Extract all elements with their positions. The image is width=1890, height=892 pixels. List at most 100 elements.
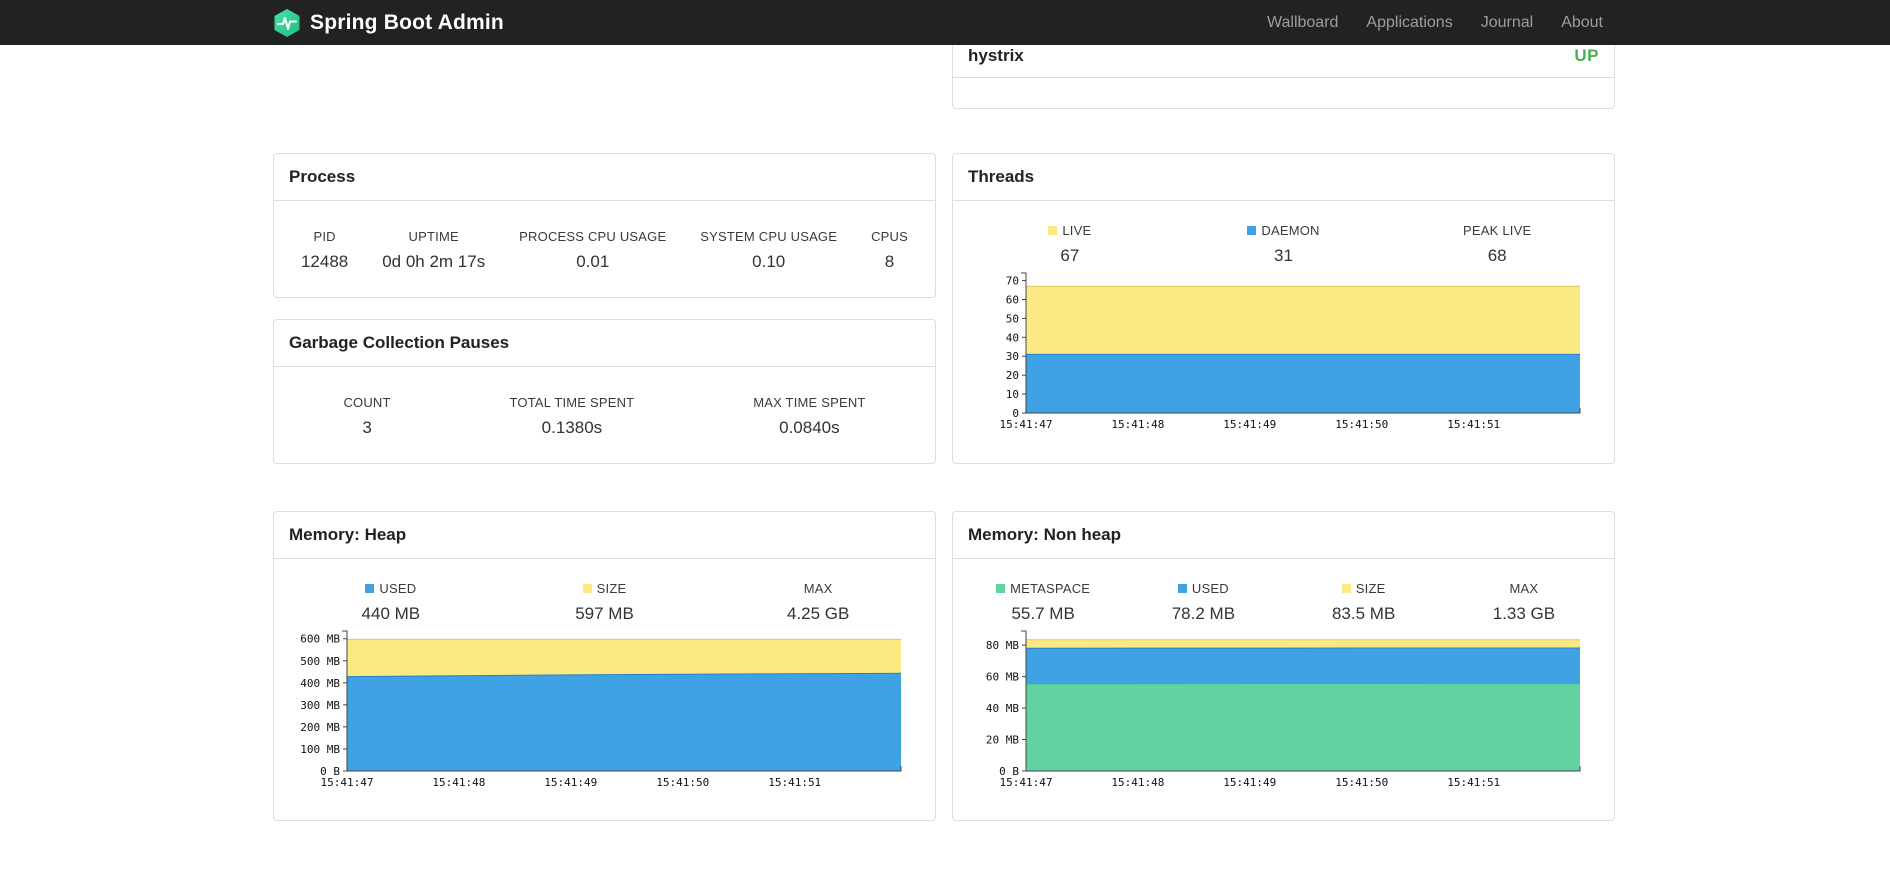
legend-value: 597 MB <box>575 604 634 623</box>
legend-value: 4.25 GB <box>786 604 850 623</box>
nonheap-legend: METASPACE 55.7 MB USED 78.2 MB SIZE 83.5… <box>953 559 1614 624</box>
legend-label: METASPACE <box>1010 581 1091 596</box>
svg-text:15:41:49: 15:41:49 <box>544 776 597 789</box>
svg-text:60 MB: 60 MB <box>986 671 1019 684</box>
svg-text:40 MB: 40 MB <box>986 702 1019 715</box>
svg-text:15:41:48: 15:41:48 <box>1111 776 1164 789</box>
svg-text:15:41:50: 15:41:50 <box>1335 776 1388 789</box>
legend-label: USED <box>379 581 417 596</box>
brand-title: Spring Boot Admin <box>310 10 504 34</box>
stat-label: MAX TIME SPENT <box>753 395 866 410</box>
nav-link-wallboard[interactable]: Wallboard <box>1253 0 1352 45</box>
legend-value: 55.7 MB <box>1011 604 1075 623</box>
legend-label: USED <box>1191 581 1229 596</box>
svg-text:15:41:50: 15:41:50 <box>1335 418 1388 431</box>
stat-value: 0.10 <box>752 252 786 271</box>
threads-area-chart: 0 10 20 30 40 50 60 70 15:41:47 15:41:48 15:41:49 1… <box>953 266 1614 445</box>
legend-swatch-used <box>1177 584 1187 593</box>
stat-value: 8 <box>884 252 895 271</box>
legend-value: 83.5 MB <box>1331 604 1396 623</box>
stat-system-cpu-usage: SYSTEM CPU USAGE 0.10 <box>700 229 837 272</box>
legend-value: 1.33 GB <box>1492 604 1556 623</box>
legend-label: DAEMON <box>1261 223 1320 238</box>
spring-boot-admin-logo-icon <box>273 8 301 38</box>
heap-panel-title: Memory: Heap <box>274 512 935 559</box>
legend-swatch-daemon <box>1247 226 1257 235</box>
threads-legend: LIVE 67 DAEMON 31 PEAK LIVE 68 <box>953 201 1614 266</box>
svg-text:15:41:48: 15:41:48 <box>432 776 485 789</box>
stat-label: COUNT <box>343 395 391 410</box>
svg-text:70: 70 <box>1006 275 1019 288</box>
legend-item-used: USED 78.2 MB <box>1123 581 1283 624</box>
legend-label: MAX <box>803 581 833 596</box>
health-service-name: hystrix <box>968 46 1024 65</box>
svg-text:20: 20 <box>1006 369 1019 382</box>
memory-heap-panel: Memory: Heap USED 440 MB SIZE 597 MB MAX… <box>273 511 936 821</box>
legend-value: 440 MB <box>361 604 421 623</box>
memory-nonheap-panel: Memory: Non heap METASPACE 55.7 MB USED … <box>952 511 1615 821</box>
legend-value: 67 <box>1060 246 1080 265</box>
svg-text:15:41:47: 15:41:47 <box>1000 418 1053 431</box>
svg-text:400 MB: 400 MB <box>300 677 340 690</box>
navbar-links: Wallboard Applications Journal About <box>1253 0 1617 45</box>
svg-text:10: 10 <box>1006 388 1019 401</box>
svg-text:15:41:51: 15:41:51 <box>1447 776 1500 789</box>
svg-text:80 MB: 80 MB <box>986 639 1019 652</box>
legend-swatch-size <box>582 584 592 593</box>
stat-gc-count: COUNT 3 <box>343 395 390 438</box>
threads-panel-title: Threads <box>953 154 1614 201</box>
legend-value: 78.2 MB <box>1171 604 1236 623</box>
stat-value: 3 <box>362 418 372 437</box>
stat-value: 0.01 <box>576 252 610 271</box>
brand-link[interactable]: Spring Boot Admin <box>273 8 504 38</box>
legend-item-peak-live: PEAK LIVE 68 <box>1390 223 1604 266</box>
stat-label: UPTIME <box>408 229 459 244</box>
svg-text:40: 40 <box>1006 331 1019 344</box>
stat-pid: PID 12488 <box>301 229 348 272</box>
legend-label: MAX <box>1509 581 1539 596</box>
heap-legend: USED 440 MB SIZE 597 MB MAX 4.25 GB <box>274 559 935 624</box>
stat-value: 12488 <box>300 252 349 271</box>
legend-item-size: SIZE 83.5 MB <box>1284 581 1444 624</box>
gc-pauses-panel: Garbage Collection Pauses COUNT 3 TOTAL … <box>273 319 936 464</box>
svg-text:20 MB: 20 MB <box>986 734 1019 747</box>
threads-panel: Threads LIVE 67 DAEMON 31 PEAK LIVE 68 0… <box>952 153 1615 464</box>
svg-text:600 MB: 600 MB <box>300 633 340 646</box>
svg-text:300 MB: 300 MB <box>300 699 340 712</box>
health-status-panel: hystrix UP <box>952 34 1615 109</box>
legend-item-used: USED 440 MB <box>284 581 498 624</box>
svg-text:15:41:49: 15:41:49 <box>1223 418 1276 431</box>
legend-item-max: MAX 4.25 GB <box>711 581 925 624</box>
health-panel-padding <box>953 78 1614 107</box>
stat-value: 0d 0h 2m 17s <box>382 252 486 271</box>
nav-link-applications[interactable]: Applications <box>1352 0 1466 45</box>
svg-text:15:41:48: 15:41:48 <box>1111 418 1164 431</box>
nav-link-about[interactable]: About <box>1547 0 1617 45</box>
navbar-container: Spring Boot Admin Wallboard Applications… <box>273 0 1617 45</box>
svg-text:200 MB: 200 MB <box>300 721 340 734</box>
process-panel: Process PID 12488 UPTIME 0d 0h 2m 17s PR… <box>273 153 936 298</box>
stat-process-cpu-usage: PROCESS CPU USAGE 0.01 <box>519 229 666 272</box>
svg-text:30: 30 <box>1006 350 1019 363</box>
legend-item-live: LIVE 67 <box>963 223 1177 266</box>
svg-text:15:41:51: 15:41:51 <box>1447 418 1500 431</box>
svg-text:500 MB: 500 MB <box>300 655 340 668</box>
legend-value: 68 <box>1487 246 1507 265</box>
stat-gc-max-time: MAX TIME SPENT 0.0840s <box>753 395 865 438</box>
nonheap-area-chart: 0 B 20 MB 40 MB 60 MB 80 MB 15:41:47 15:41:48 1… <box>953 624 1614 803</box>
legend-swatch-live <box>1048 226 1058 235</box>
svg-text:15:41:51: 15:41:51 <box>768 776 821 789</box>
legend-label: PEAK LIVE <box>1463 223 1532 238</box>
stat-uptime: UPTIME 0d 0h 2m 17s <box>382 229 485 272</box>
svg-text:15:41:47: 15:41:47 <box>321 776 374 789</box>
process-panel-title: Process <box>274 154 935 201</box>
process-stats-row: PID 12488 UPTIME 0d 0h 2m 17s PROCESS CP… <box>274 201 935 272</box>
gc-stats-row: COUNT 3 TOTAL TIME SPENT 0.1380s MAX TIM… <box>274 367 935 438</box>
stat-gc-total-time: TOTAL TIME SPENT 0.1380s <box>510 395 635 438</box>
legend-item-size: SIZE 597 MB <box>498 581 712 624</box>
stat-label: PID <box>313 229 336 244</box>
legend-swatch-metaspace <box>996 584 1006 593</box>
nav-link-journal[interactable]: Journal <box>1467 0 1547 45</box>
legend-item-daemon: DAEMON 31 <box>1177 223 1391 266</box>
stat-label: CPUS <box>871 229 908 244</box>
